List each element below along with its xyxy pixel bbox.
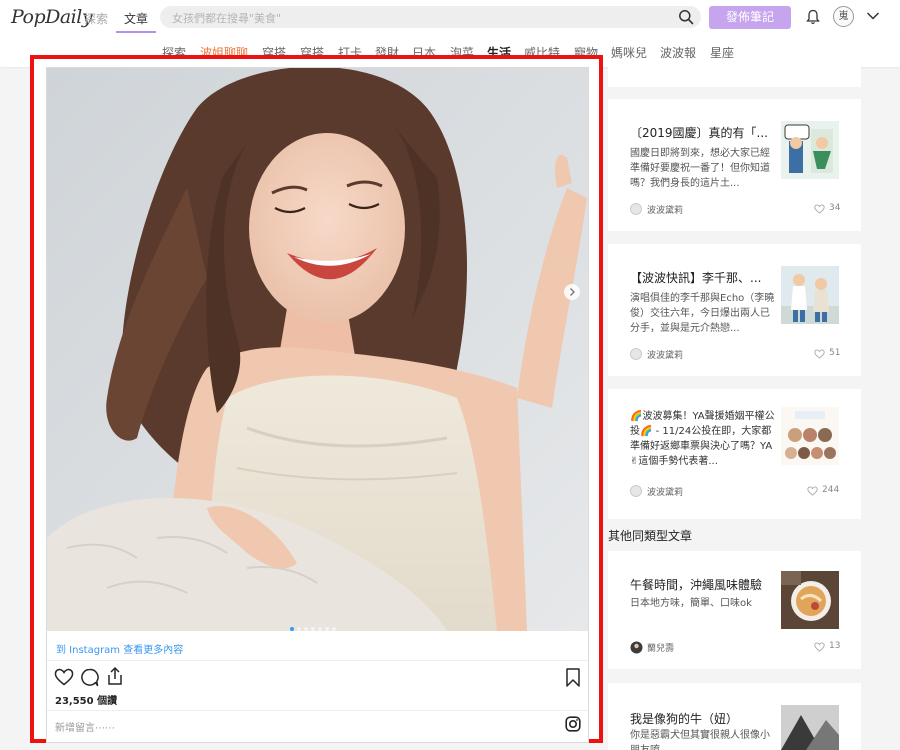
user-avatar[interactable]: 嵬 <box>833 6 854 27</box>
article-thumbnail[interactable] <box>781 705 839 750</box>
search-icon[interactable] <box>678 9 694 25</box>
woman-portrait-image <box>47 68 588 631</box>
sidebar-article-card[interactable]: 【波波快訊】李千那、... 演唱俱佳的李千那與Echo（李曉俊）交往六年，今日爆… <box>608 244 861 376</box>
thumbnail-image <box>781 266 839 324</box>
nav-explore[interactable]: 探索 <box>84 10 108 27</box>
heart-icon[interactable] <box>814 349 825 359</box>
thumbnail-image <box>781 705 839 750</box>
author-avatar[interactable] <box>630 641 643 654</box>
article-title[interactable]: 🌈波波募集！YA聲援婚姻平權公投🌈 - 11/24公投在即，大家都準備好返鄉車票… <box>630 409 776 473</box>
author-name[interactable]: 波波黛莉 <box>647 485 683 498</box>
comment-icon[interactable] <box>80 668 99 687</box>
article-thumbnail[interactable] <box>781 571 839 629</box>
section-title-related: 其他同類型文章 <box>608 529 693 543</box>
bookmark-icon[interactable] <box>566 668 580 687</box>
publish-note-button[interactable]: 發佈筆記 <box>709 6 791 29</box>
related-article-card[interactable]: 我是像狗的牛（妞） 你是惡霸犬但其實很親人很像小朋友唷 <box>608 683 861 750</box>
article-title[interactable]: 午餐時間，沖繩風味體驗 <box>630 576 776 593</box>
chevron-right-icon <box>570 288 575 296</box>
bell-icon[interactable] <box>806 9 820 25</box>
slide-dot <box>290 627 294 631</box>
thumbnail-image <box>781 407 839 465</box>
author-name[interactable]: 波波黛莉 <box>647 348 683 361</box>
article-title[interactable]: 〔2019國慶〕真的有「... <box>630 124 776 141</box>
article-excerpt: 演唱俱佳的李千那與Echo（李曉俊）交往六年，今日爆出兩人已分手，並與是元介熱戀… <box>630 293 775 334</box>
search-bar[interactable]: 女孩們都在搜尋"美食" <box>160 6 701 28</box>
nav-article[interactable]: 文章 <box>116 8 157 33</box>
article-excerpt: 你是惡霸犬但其實很親人很像小朋友唷 <box>630 730 770 750</box>
heart-icon[interactable] <box>814 204 825 214</box>
instagram-logo-icon[interactable] <box>565 716 581 732</box>
thumbnail-image <box>781 121 839 179</box>
top-header: PopDaily 探索 文章 女孩們都在搜尋"美食" 發佈筆記 嵬 <box>0 0 900 37</box>
author-name[interactable]: 波波黛莉 <box>647 203 683 216</box>
sidebar-article-card[interactable]: 🌈波波募集！YA聲援婚姻平權公投🌈 - 11/24公投在即，大家都準備好返鄉車票… <box>608 389 861 519</box>
heart-icon[interactable] <box>814 642 825 652</box>
divider <box>47 710 588 711</box>
article-thumbnail[interactable] <box>781 266 839 324</box>
next-slide-button[interactable] <box>564 284 580 300</box>
slide-dot <box>318 627 322 631</box>
slide-dot <box>311 627 315 631</box>
category-item[interactable]: 媽咪兒 <box>611 44 647 61</box>
related-article-card[interactable]: 午餐時間，沖繩風味體驗 日本地方味，簡單、口味ok 蘭兒壽 13 <box>608 551 861 669</box>
share-icon[interactable] <box>106 666 124 686</box>
slide-dot <box>297 627 301 631</box>
author-name[interactable]: 蘭兒壽 <box>647 641 674 654</box>
sidebar-card-partial[interactable] <box>608 67 861 87</box>
heart-icon[interactable] <box>54 668 74 686</box>
article-excerpt: 國慶日即將到來，想必大家已經準備好要慶祝一番了！但你知道嗎？我們身長的這片土..… <box>630 148 770 189</box>
slide-indicator <box>290 616 339 631</box>
article-title[interactable]: 【波波快訊】李千那、... <box>630 269 776 286</box>
article-excerpt: 日本地方味，簡單、口味ok <box>630 598 752 609</box>
article-title[interactable]: 我是像狗的牛（妞） <box>630 710 776 727</box>
divider <box>47 660 588 661</box>
instagram-photo[interactable] <box>47 68 588 631</box>
article-thumbnail[interactable] <box>781 407 839 465</box>
like-count: 244 <box>822 485 840 495</box>
like-count: 34 <box>829 203 841 213</box>
search-input[interactable]: 女孩們都在搜尋"美食" <box>172 10 281 26</box>
article-thumbnail[interactable] <box>781 121 839 179</box>
view-on-instagram-link[interactable]: 到 Instagram 查看更多內容 <box>56 641 183 656</box>
heart-icon[interactable] <box>807 486 818 496</box>
author-avatar[interactable] <box>630 485 642 497</box>
thumbnail-image <box>781 571 839 629</box>
chevron-down-icon[interactable] <box>866 11 880 21</box>
category-item[interactable]: 波波報 <box>660 44 696 61</box>
instagram-embed: 到 Instagram 查看更多內容 23,550 個讚 新增留言⋯⋯ <box>46 67 589 743</box>
slide-dot <box>325 627 329 631</box>
category-item[interactable]: 星座 <box>710 44 734 61</box>
sidebar-article-card[interactable]: 〔2019國慶〕真的有「... 國慶日即將到來，想必大家已經準備好要慶祝一番了！… <box>608 99 861 231</box>
like-count: 51 <box>829 348 841 358</box>
add-comment-input[interactable]: 新增留言⋯⋯ <box>55 719 115 734</box>
like-count: 13 <box>829 641 841 651</box>
slide-dot <box>332 627 336 631</box>
popdaily-logo[interactable]: PopDaily <box>11 6 93 28</box>
author-avatar[interactable] <box>630 203 642 215</box>
like-count: 23,550 個讚 <box>55 696 118 707</box>
slide-dot <box>304 627 308 631</box>
author-avatar[interactable] <box>630 348 642 360</box>
